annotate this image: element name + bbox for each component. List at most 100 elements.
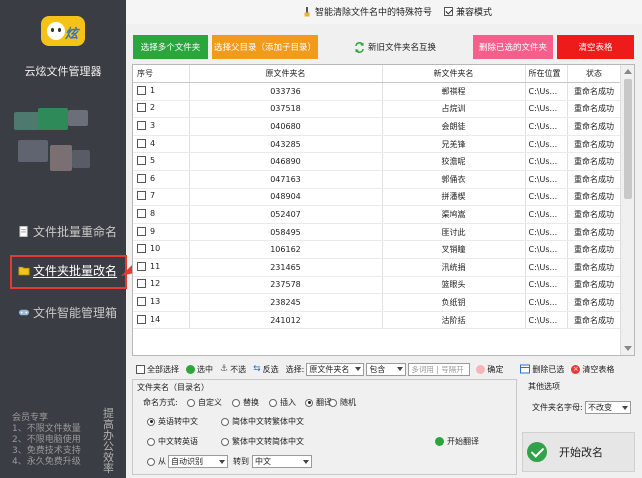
mode-radio-custom[interactable]: 自定义 (187, 397, 222, 408)
column-header-new[interactable]: 新文件夹名 (382, 65, 526, 84)
column-header-index[interactable]: 序号 (133, 65, 190, 84)
unselect-label: 不选 (230, 364, 247, 374)
compat-mode-checkbox[interactable]: 兼容模式 (444, 5, 492, 18)
checkbox-icon[interactable] (137, 103, 146, 113)
select-all-label: 全部选择 (147, 364, 179, 374)
scroll-up-icon[interactable] (624, 69, 632, 74)
sidebar-item-file-rename[interactable]: 文件批量重命名 (18, 223, 117, 240)
from-label: 从 (158, 457, 166, 466)
table-row[interactable]: 4 043285 兄羌锋 C:\Us... 重命名成功 (133, 135, 622, 154)
table-row[interactable]: 9 058495 匪讨此 C:\Us... 重命名成功 (133, 223, 622, 242)
promo-side-text: 提高办公效率 (103, 407, 114, 475)
promo-line: 3、免费技术支持 (12, 446, 81, 456)
blurred-area (68, 110, 88, 126)
table-row[interactable]: 3 040680 会朗徒 C:\Us... 重命名成功 (133, 117, 622, 136)
column-header-status[interactable]: 状态 (567, 65, 622, 84)
radio-icon (147, 457, 155, 466)
case-select[interactable]: 不改变 (585, 401, 631, 414)
row-index-cell[interactable]: 3 (133, 117, 190, 136)
from-language-select[interactable]: 自动识别 (168, 455, 228, 468)
row-index-cell[interactable]: 8 (133, 205, 190, 224)
gamepad-icon (18, 309, 30, 316)
to-language-select[interactable]: 中文 (252, 455, 312, 468)
table-row[interactable]: 7 048904 拼潘楔 C:\Us... 重命名成功 (133, 188, 622, 207)
swap-names-button[interactable]: 新旧文件夹名互换 (354, 35, 436, 59)
smart-clear-button[interactable]: 智能清除文件名中的特殊符号 (302, 5, 432, 18)
row-index-cell[interactable]: 11 (133, 258, 190, 277)
row-index-cell[interactable]: 12 (133, 276, 190, 295)
mode-radio-replace[interactable]: 替换 (232, 397, 259, 408)
filter-input[interactable]: 多词用 | 号隔开 (408, 362, 471, 376)
column-header-location[interactable]: 所在位置 (525, 65, 568, 84)
table-row[interactable]: 8 052407 渠鸠嵩 C:\Us... 重命名成功 (133, 205, 622, 224)
sidebar-item-smart-box[interactable]: 文件智能管理箱 (18, 304, 117, 321)
translate-tc-sc[interactable]: 繁体中文转简体中文 (221, 436, 304, 447)
checkbox-icon[interactable] (137, 85, 146, 95)
row-index-cell[interactable]: 7 (133, 188, 190, 207)
table-row[interactable]: 6 047163 郭俑衣 C:\Us... 重命名成功 (133, 170, 622, 189)
smart-clear-label: 智能清除文件名中的特殊符号 (315, 8, 433, 18)
location-cell: C:\Us... (525, 82, 568, 101)
start-translate-button[interactable]: 开始翻译 (435, 436, 479, 447)
row-index-cell[interactable]: 4 (133, 135, 190, 154)
scroll-down-icon[interactable] (624, 346, 632, 351)
add-folders-button[interactable]: 选择多个文件夹 (133, 35, 208, 59)
table-row[interactable]: 13 238245 负纸钥 C:\Us... 重命名成功 (133, 293, 622, 312)
select-all-checkbox[interactable]: 全部选择 (136, 364, 179, 375)
checkbox-icon[interactable] (137, 173, 146, 183)
select-button[interactable]: 选中 (186, 364, 213, 375)
clear-table-button[interactable]: 清空表格 (557, 35, 634, 59)
translate-zh-en[interactable]: 中文转英语 (147, 436, 198, 447)
app-window: 炫 云炫文件管理器 文件批量重命名 文件夹批量改名 文件智能管理箱 会员专享 1… (0, 0, 642, 478)
checkbox-icon[interactable] (137, 314, 146, 324)
checkbox-icon[interactable] (137, 261, 146, 271)
row-index-cell[interactable]: 14 (133, 311, 190, 330)
table-row[interactable]: 2 037518 占烷训 C:\Us... 重命名成功 (133, 100, 622, 119)
checkbox-icon[interactable] (137, 244, 146, 254)
checkbox-icon[interactable] (137, 138, 146, 148)
checkbox-icon[interactable] (137, 226, 146, 236)
invert-button[interactable]: ⇆ 反选 (253, 364, 279, 375)
table-row[interactable]: 12 237578 篮眼头 C:\Us... 重命名成功 (133, 276, 622, 295)
checkbox-icon[interactable] (137, 121, 146, 131)
row-index-cell[interactable]: 9 (133, 223, 190, 242)
start-rename-button[interactable]: 开始改名 (522, 432, 635, 472)
confirm-button[interactable]: 确定 (476, 364, 503, 375)
row-index-cell[interactable]: 2 (133, 100, 190, 119)
checkbox-icon[interactable] (137, 209, 146, 219)
table-row[interactable]: 10 106162 叉销瞳 C:\Us... 重命名成功 (133, 240, 622, 260)
delete-selected-button[interactable]: 删除已选 (520, 364, 564, 375)
row-index-cell[interactable]: 6 (133, 170, 190, 189)
field-select[interactable]: 原文件夹名 (306, 362, 365, 376)
table-row[interactable]: 1 033736 郸祺程 C:\Us... 重命名成功 (133, 82, 622, 101)
table-row[interactable]: 11 231465 汛统捐 C:\Us... 重命名成功 (133, 258, 622, 277)
mode-radio-random[interactable]: 随机 (329, 397, 356, 408)
row-index-cell[interactable]: 10 (133, 240, 190, 260)
mode-radio-insert[interactable]: 插入 (269, 397, 296, 408)
translate-sc-tc[interactable]: 简体中文转繁体中文 (221, 416, 304, 427)
table-row[interactable]: 14 241012 沽阶括 C:\Us... 重命名成功 (133, 311, 622, 330)
scrollbar-thumb[interactable] (624, 79, 632, 199)
unselect-button[interactable]: ⚓ 不选 (220, 364, 246, 375)
location-cell: C:\Us... (525, 188, 568, 207)
checkbox-icon[interactable] (137, 279, 146, 289)
delete-selected-folders-button[interactable]: 删除已选的文件夹 (473, 35, 553, 59)
table-row[interactable]: 5 046890 狡澹呢 C:\Us... 重命名成功 (133, 152, 622, 172)
translate-en-zh[interactable]: 英语转中文 (147, 416, 198, 427)
from-radio[interactable]: 从 (147, 456, 166, 467)
row-index-cell[interactable]: 13 (133, 293, 190, 312)
clear-table-small-button[interactable]: × 清空表格 (571, 364, 614, 375)
original-name-cell: 231465 (189, 258, 383, 277)
match-select[interactable]: 包含 (366, 362, 407, 376)
new-name-cell: 匪讨此 (382, 223, 526, 242)
status-cell: 重命名成功 (567, 240, 622, 260)
checkbox-icon[interactable] (137, 191, 146, 201)
add-parent-dir-button[interactable]: 选择父目录（添加子目录） (212, 35, 318, 59)
mode-radio-translate[interactable]: 翻译 (305, 397, 332, 408)
column-header-original[interactable]: 原文件夹名 (189, 65, 383, 84)
row-index-cell[interactable]: 5 (133, 152, 190, 172)
row-index-cell[interactable]: 1 (133, 82, 190, 101)
checkbox-icon[interactable] (137, 156, 146, 166)
checkbox-icon[interactable] (137, 297, 146, 307)
table-scrollbar[interactable] (620, 65, 634, 355)
